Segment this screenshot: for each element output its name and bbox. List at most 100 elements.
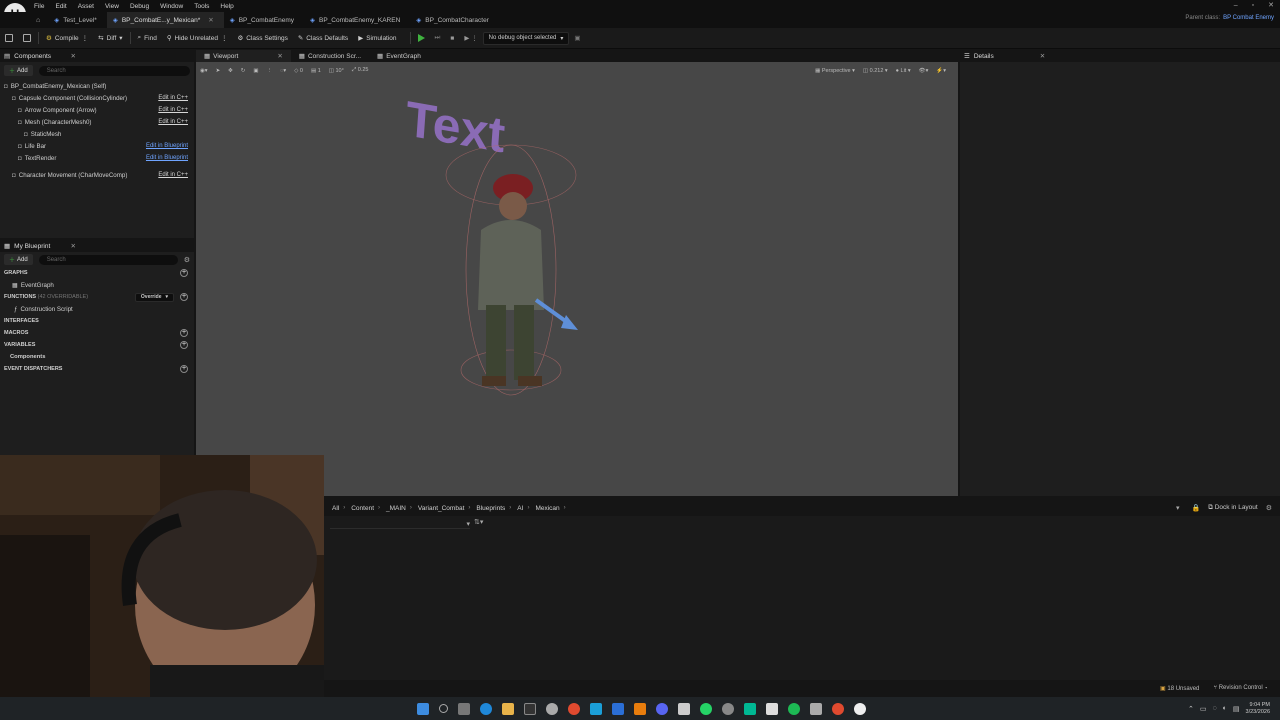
asset-tab[interactable]: ◈ Test_Level* bbox=[48, 12, 107, 28]
components-category[interactable]: Components bbox=[0, 351, 194, 363]
add-dispatcher-icon[interactable]: + bbox=[180, 365, 188, 373]
settings-gear-icon[interactable]: ⚙ bbox=[1266, 504, 1272, 512]
component-item[interactable]: ◘ TextRender Edit in Blueprint bbox=[0, 152, 194, 164]
layer-snap-value[interactable]: ▤ 1 bbox=[311, 68, 321, 74]
edit-link[interactable]: Edit in C++ bbox=[158, 172, 188, 178]
epic-launcher-icon[interactable] bbox=[524, 702, 536, 715]
dock-in-layout-button[interactable]: ⧉ Dock in Layout bbox=[1208, 504, 1257, 512]
volume-icon[interactable]: ◐ bbox=[1223, 705, 1227, 712]
hide-unrelated-button[interactable]: ⚲ Hide Unrelated ⋮ bbox=[162, 30, 233, 47]
chrome-icon[interactable] bbox=[568, 702, 580, 715]
unsaved-button[interactable]: ▣ 18 Unsaved bbox=[1160, 685, 1199, 692]
browse-icon[interactable] bbox=[18, 30, 36, 47]
search-icon[interactable] bbox=[439, 704, 448, 713]
add-component-button[interactable]: ＋ Add bbox=[4, 65, 33, 76]
app-icon[interactable] bbox=[744, 702, 756, 715]
rotate-tool-icon[interactable]: ↻ bbox=[241, 68, 246, 74]
component-item[interactable]: ◘ Character Movement (CharMoveComp) Edit i… bbox=[0, 169, 194, 181]
save-icon[interactable] bbox=[0, 30, 18, 47]
add-graph-icon[interactable]: + bbox=[180, 269, 188, 277]
task-view-icon[interactable] bbox=[458, 702, 470, 715]
component-item[interactable]: ◘ StaticMesh bbox=[0, 128, 194, 140]
app-icon[interactable] bbox=[722, 702, 734, 715]
show-flags-icon[interactable]: 👁▾ bbox=[919, 68, 929, 74]
edge-icon[interactable] bbox=[480, 702, 492, 715]
unreal-taskbar-icon[interactable] bbox=[854, 702, 866, 715]
scale-snap[interactable]: ⤢ 0.25 bbox=[352, 67, 369, 74]
viewport-tab-construction-scr[interactable]: ▦ Construction Scr... bbox=[291, 50, 369, 62]
maximize-icon[interactable]: ▫ bbox=[1252, 2, 1254, 9]
chevron-right-icon[interactable]: › bbox=[378, 505, 380, 511]
breadcrumb-item[interactable]: AI bbox=[517, 505, 523, 512]
class-settings-button[interactable]: ⚙ Class Settings bbox=[232, 30, 292, 47]
step-button[interactable]: ⏭ bbox=[430, 30, 446, 47]
add-function-icon[interactable]: + bbox=[180, 293, 188, 301]
component-item[interactable]: ◘ Arrow Component (Arrow) Edit in C++ bbox=[0, 104, 194, 116]
menu-tools[interactable]: Tools bbox=[194, 3, 209, 10]
parent-class-link[interactable]: BP Combat Enemy bbox=[1223, 15, 1274, 21]
simulation-button[interactable]: ▶ Simulation bbox=[353, 30, 401, 47]
viewport-tab-viewport[interactable]: ▦ Viewport ✕ bbox=[196, 50, 291, 62]
diff-button[interactable]: ⇆ Diff ▾ bbox=[93, 30, 127, 47]
app-icon[interactable] bbox=[810, 702, 822, 715]
close-tab-icon[interactable]: ✕ bbox=[71, 52, 76, 60]
graphs-section[interactable]: GRAPHS + bbox=[0, 267, 194, 279]
bluesky-icon[interactable] bbox=[590, 702, 602, 715]
chevron-right-icon[interactable]: › bbox=[509, 505, 511, 511]
scale-tool-icon[interactable]: ▣ bbox=[253, 68, 258, 74]
edit-link[interactable]: Edit in C++ bbox=[158, 119, 188, 125]
spotify-icon[interactable] bbox=[788, 702, 800, 715]
chrome-icon[interactable] bbox=[832, 702, 844, 715]
asset-tab[interactable]: ◈ BP_CombatE...y_Mexican* ✕ bbox=[106, 12, 224, 28]
menu-file[interactable]: File bbox=[34, 3, 44, 10]
angle-snap[interactable]: ◫ 10° bbox=[329, 68, 344, 74]
character-preview[interactable] bbox=[426, 140, 596, 400]
tray-app-icon[interactable]: ▤ bbox=[1233, 705, 1240, 713]
more-tools-icon[interactable]: ⋮ bbox=[267, 68, 273, 74]
tray-app-icon[interactable]: ▭ bbox=[1200, 705, 1207, 713]
chevron-right-icon[interactable]: › bbox=[527, 505, 529, 511]
settings-icon[interactable] bbox=[546, 702, 558, 715]
content-filter[interactable]: ▾ bbox=[330, 520, 470, 529]
components-search-input[interactable]: Search bbox=[38, 65, 190, 76]
chevron-right-icon[interactable]: › bbox=[343, 505, 345, 511]
menu-asset[interactable]: Asset bbox=[78, 3, 94, 10]
viewport-tab-eventgraph[interactable]: ▦ EventGraph bbox=[369, 50, 429, 62]
select-tool-icon[interactable]: ➤ bbox=[216, 68, 221, 74]
viewport-canvas[interactable]: Text bbox=[196, 50, 958, 496]
home-icon[interactable]: ⌂ bbox=[36, 17, 40, 24]
component-item[interactable]: ◘ BP_CombatEnemy_Mexican (Self) bbox=[0, 80, 194, 92]
play-button[interactable] bbox=[413, 30, 430, 47]
chevron-right-icon[interactable]: › bbox=[468, 505, 470, 511]
chevron-up-icon[interactable]: ⌃ bbox=[1188, 705, 1194, 713]
stop-button[interactable]: ■ bbox=[445, 30, 459, 47]
asset-tab[interactable]: ◈ BP_CombatCharacter bbox=[410, 12, 499, 28]
breadcrumb-item[interactable]: All bbox=[332, 505, 339, 512]
breadcrumb-item[interactable]: Blueprints bbox=[476, 505, 505, 512]
realtime-icon[interactable]: ⚡▾ bbox=[936, 68, 946, 74]
edit-link[interactable]: Edit in C++ bbox=[158, 107, 188, 113]
start-icon[interactable] bbox=[417, 702, 429, 715]
lock-icon[interactable]: 🔒 bbox=[1192, 504, 1201, 512]
edit-link[interactable]: Edit in Blueprint bbox=[146, 155, 188, 161]
minimize-icon[interactable]: – bbox=[1234, 2, 1238, 9]
snap-surface-icon[interactable]: ◌▾ bbox=[280, 68, 286, 74]
app-icon[interactable] bbox=[612, 702, 624, 715]
breadcrumb-item[interactable]: _MAIN bbox=[386, 505, 406, 512]
close-tab-icon[interactable]: ✕ bbox=[71, 242, 76, 250]
lit-dropdown[interactable]: ● Lit ▾ bbox=[896, 68, 911, 74]
sort-icon[interactable]: ⇅▾ bbox=[474, 518, 483, 526]
chevron-right-icon[interactable]: › bbox=[410, 505, 412, 511]
breadcrumb-item[interactable]: Content bbox=[351, 505, 374, 512]
close-icon[interactable]: ✕ bbox=[1268, 1, 1274, 9]
file-explorer-icon[interactable] bbox=[502, 702, 514, 715]
fov-dropdown[interactable]: ◫ 0.212 ▾ bbox=[863, 68, 888, 74]
event-graph-item[interactable]: ▦ EventGraph bbox=[0, 279, 194, 291]
obs-icon[interactable] bbox=[678, 702, 690, 715]
add-variable-icon[interactable]: + bbox=[180, 341, 188, 349]
menu-edit[interactable]: Edit bbox=[55, 3, 66, 10]
asset-tab[interactable]: ◈ BP_CombatEnemy bbox=[224, 12, 304, 28]
edit-link[interactable]: Edit in Blueprint bbox=[146, 143, 188, 149]
asset-tab[interactable]: ◈ BP_CombatEnemy_KAREN bbox=[304, 12, 410, 28]
macros-section[interactable]: MACROS + bbox=[0, 327, 194, 339]
